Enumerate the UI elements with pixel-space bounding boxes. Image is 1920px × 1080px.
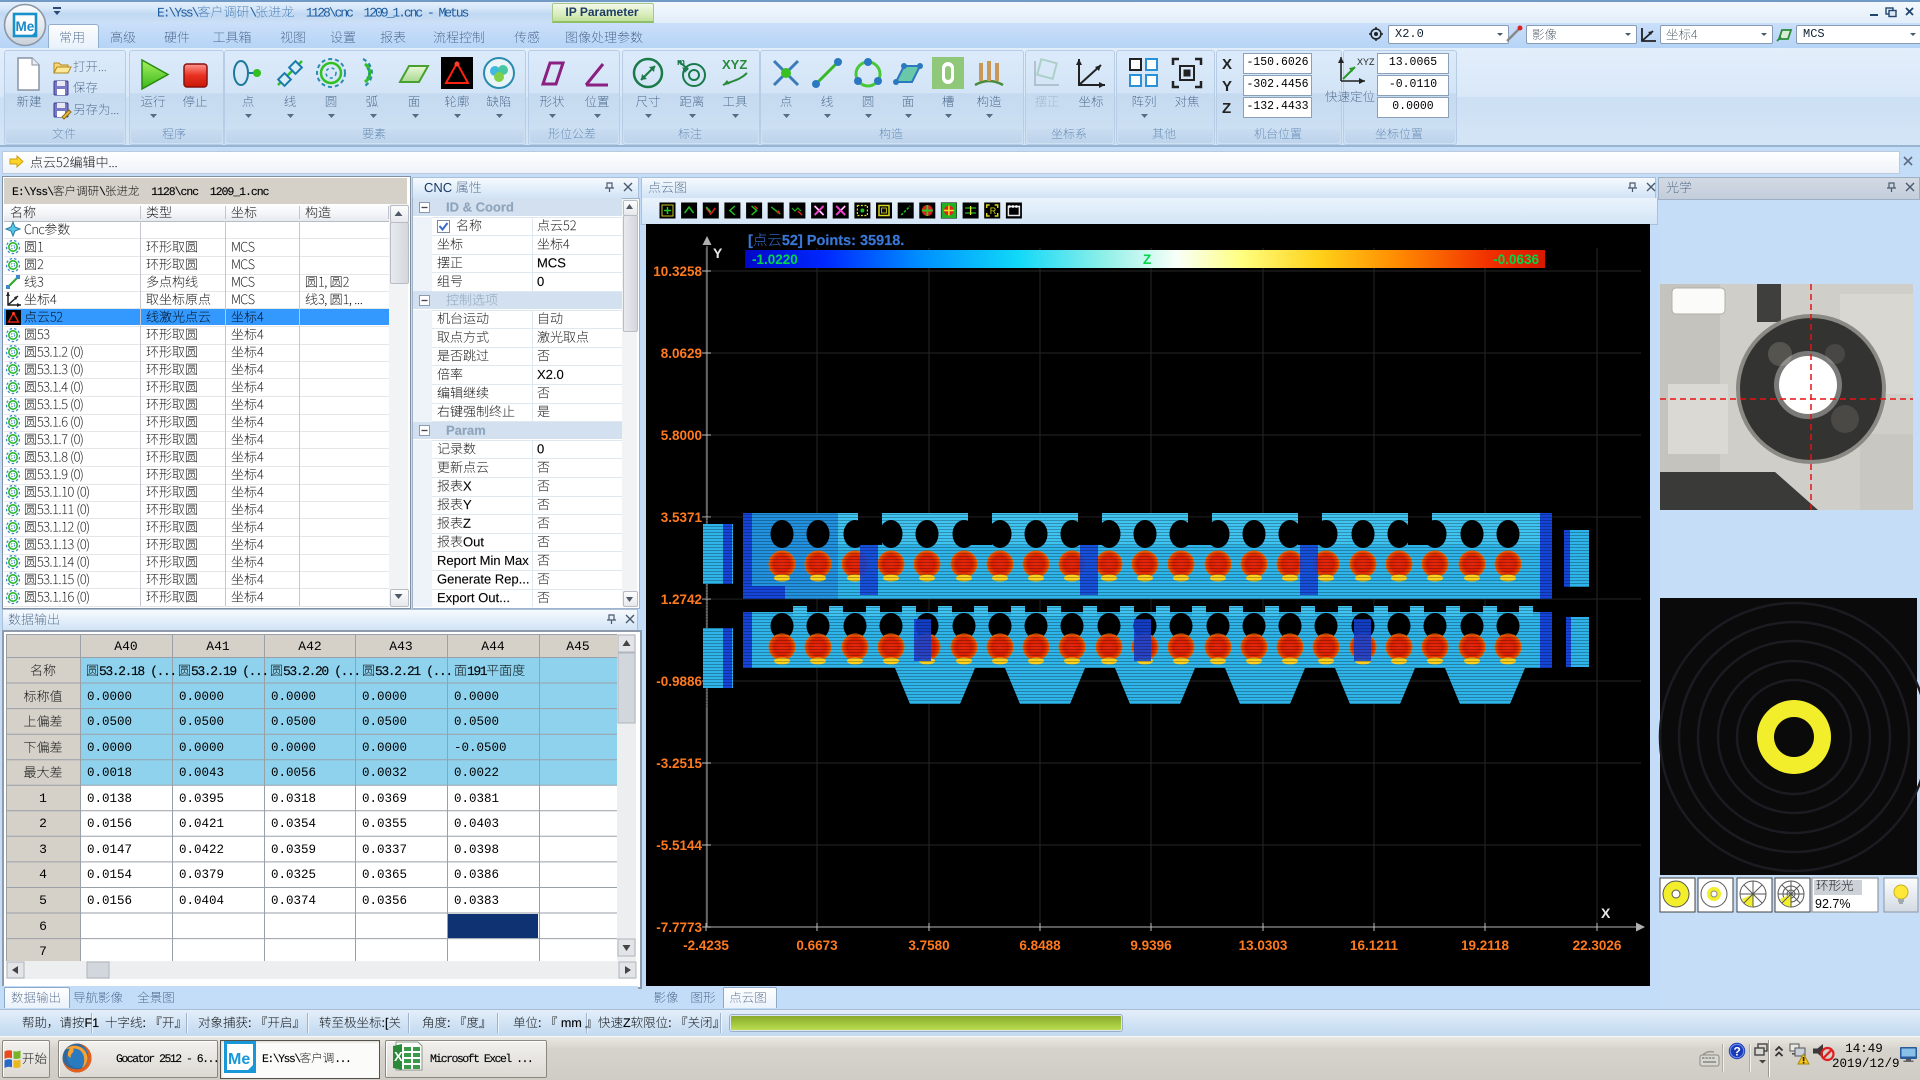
svg-text:Me: Me	[16, 19, 35, 34]
